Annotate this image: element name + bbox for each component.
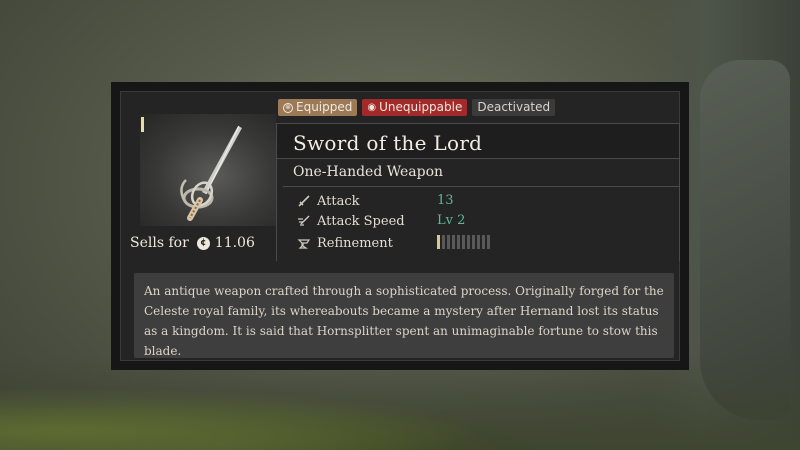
equipped-icon: ⊗ [283,102,293,113]
item-image [140,114,276,226]
weapon-type: One-Handed Weapon [293,164,444,180]
stat-attack: Attack [297,192,360,210]
rarity-marker [141,117,144,132]
sell-price-value: 11.06 [214,235,255,251]
status-badges: ⊗ Equipped ◉ Unequippable Deactivated [278,99,556,116]
item-description: An antique weapon crafted through a soph… [144,284,664,358]
refinement-segment [452,235,455,249]
item-title: Sword of the Lord [293,131,483,155]
stat-attack-value: 13 [437,193,454,208]
unequippable-label: Unequippable [379,100,463,114]
divider [283,186,680,187]
stat-attack-label: Attack [317,193,360,209]
refinement-segment [472,235,475,249]
description-box: An antique weapon crafted through a soph… [134,273,674,358]
refinement-bar [437,235,490,249]
stat-refinement: Refinement [297,234,393,252]
deactivated-badge: Deactivated [472,99,556,116]
deactivated-label: Deactivated [477,100,551,114]
refinement-segment [467,235,470,249]
stat-attack-speed: Attack Speed [297,212,405,230]
lock-icon: ◉ [367,102,377,113]
coin-icon: ¢ [196,236,210,250]
refinement-segment [457,235,460,249]
equipped-label: Equipped [296,100,353,114]
refinement-segment [462,235,465,249]
speed-icon [298,215,310,226]
sell-price-row: Sells for ¢ 11.06 [119,229,277,257]
refinement-segment [487,235,490,249]
refinement-segment [482,235,485,249]
sword-icon [298,195,310,207]
refinement-segment [477,235,480,249]
refinement-segment [447,235,450,249]
sell-price: ¢ 11.06 [196,235,255,251]
stat-attack-speed-label: Attack Speed [317,213,405,229]
stat-attack-speed-value: Lv 2 [437,213,466,228]
sells-label: Sells for [130,235,189,251]
stat-refinement-label: Refinement [317,235,393,251]
rapier-icon [180,125,242,221]
anvil-icon [297,239,311,249]
refinement-segment [442,235,445,249]
equipped-badge: ⊗ Equipped [278,99,358,116]
refinement-segment [437,235,440,249]
unequippable-badge: ◉ Unequippable [362,99,468,116]
